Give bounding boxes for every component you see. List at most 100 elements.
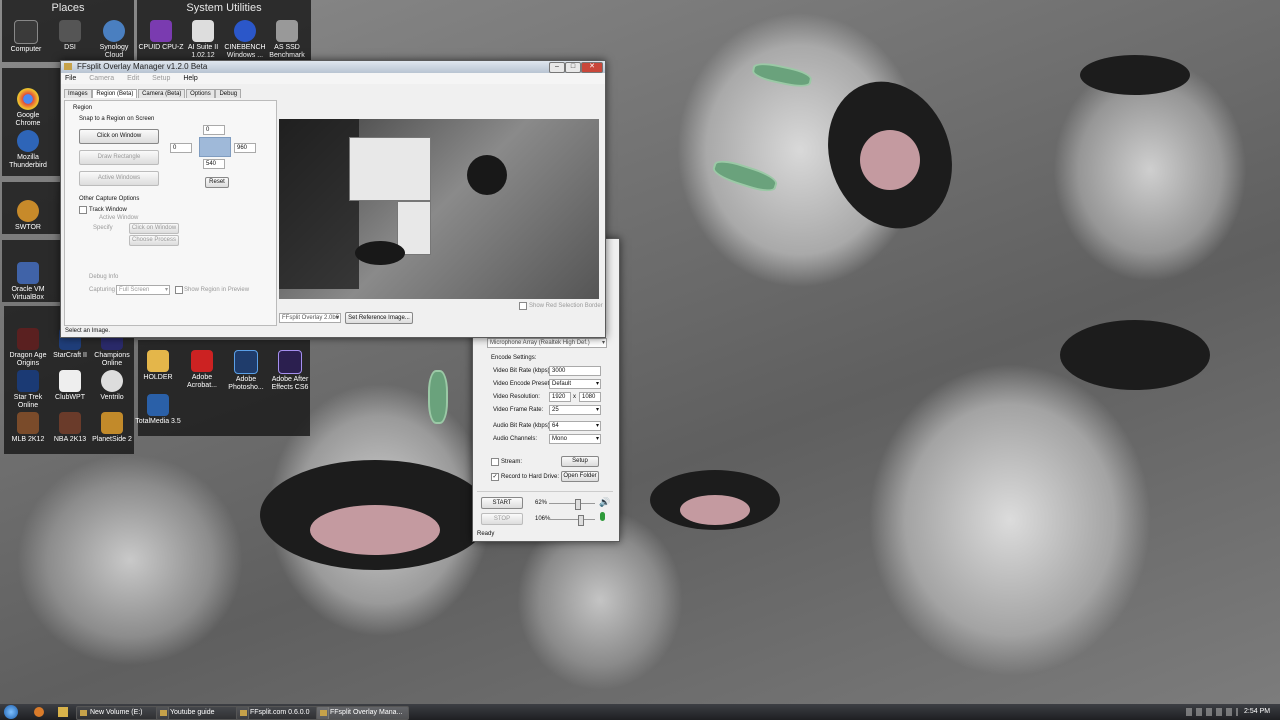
specify-radio[interactable]: Specify	[93, 225, 113, 231]
preview-image	[279, 119, 599, 299]
framerate-label: Video Frame Rate:	[493, 407, 544, 413]
quicklaunch-explorer-icon[interactable]	[58, 707, 68, 717]
resolution-height-input[interactable]: 1080	[579, 392, 601, 402]
dsi-icon[interactable]: DSI	[46, 20, 94, 52]
menu-bar: File Camera Edit Setup Help	[61, 73, 605, 84]
window-title: FFsplit Overlay Manager v1.2.0 Beta	[77, 62, 208, 71]
tab-camera[interactable]: Camera (Beta)	[138, 89, 186, 98]
preview-mouth-2	[355, 241, 405, 265]
mic-volume-slider[interactable]	[549, 515, 595, 526]
framerate-select[interactable]: 25	[549, 405, 601, 415]
microphone-icon[interactable]	[600, 512, 605, 521]
menu-file[interactable]: File	[65, 75, 76, 82]
speaker-icon[interactable]: 🔊	[599, 497, 610, 508]
set-reference-image-button[interactable]: Set Reference Image...	[345, 312, 413, 324]
tab-strip: Images Region (Beta) Camera (Beta) Optio…	[64, 89, 242, 98]
region-width-input[interactable]: 960	[234, 143, 256, 153]
tab-region[interactable]: Region (Beta)	[92, 89, 138, 98]
quicklaunch-ie-icon[interactable]	[34, 707, 44, 717]
resolution-x-label: x	[573, 394, 576, 400]
start-orb-icon[interactable]	[4, 705, 18, 719]
after-effects-icon[interactable]: Adobe After Effects CS6	[266, 350, 314, 392]
start-button[interactable]: START	[481, 497, 523, 509]
close-button[interactable]: ✕	[581, 62, 603, 73]
capturing-select[interactable]: Full Screen	[116, 285, 170, 295]
menu-camera[interactable]: Camera	[89, 75, 114, 82]
region-top-input[interactable]: 0	[203, 125, 225, 135]
synology-cloud-icon[interactable]: Synology Cloud	[90, 20, 138, 60]
overlay-select[interactable]: FFsplit Overlay 2.0b0	[279, 313, 341, 323]
audio-device-select[interactable]: Microphone Array (Realtek High Def.)	[487, 338, 607, 348]
overlay-status: Select an Image.	[65, 328, 111, 334]
tab-debug[interactable]: Debug	[215, 89, 242, 98]
preview-mouth	[467, 155, 507, 195]
ventrilo-icon[interactable]: Ventrilo	[88, 370, 136, 402]
planetside-icon[interactable]: PlanetSide 2	[88, 412, 136, 444]
record-checkbox[interactable]: ✓	[491, 473, 499, 481]
show-red-border-checkbox[interactable]	[519, 302, 527, 310]
thunderbird-icon[interactable]: Mozilla Thunderbird	[4, 130, 52, 170]
video-bitrate-label: Video Bit Rate (kbps):	[493, 368, 552, 374]
ai-suite-icon[interactable]: AI Suite II 1.02.12	[179, 20, 227, 60]
snap-label: Snap to a Region on Screen	[79, 116, 155, 122]
holder-folder-icon[interactable]: HOLDER	[134, 350, 182, 382]
dragon-age-icon[interactable]: Dragon Age Origins	[4, 328, 52, 368]
minimize-button[interactable]: –	[549, 62, 565, 73]
photoshop-icon[interactable]: Adobe Photosho...	[222, 350, 270, 392]
chrome-icon[interactable]: Google Chrome	[4, 88, 52, 128]
open-folder-button[interactable]: Open Folder	[561, 471, 599, 482]
taskbar-item-overlay-manager[interactable]: FFsplit Overlay Mana...	[316, 706, 409, 720]
region-left-input[interactable]: 0	[170, 143, 192, 153]
draw-rectangle-button[interactable]: Draw Rectangle	[79, 150, 159, 165]
video-bitrate-input[interactable]: 3000	[549, 366, 601, 376]
computer-icon[interactable]: Computer	[2, 20, 50, 54]
swtor-icon[interactable]: SWTOR	[4, 200, 52, 232]
stream-checkbox[interactable]	[491, 458, 499, 466]
show-region-checkbox[interactable]	[175, 286, 183, 294]
system-utilities-panel: System Utilities CPUID CPU-Z AI Suite II…	[137, 0, 311, 62]
as-ssd-icon[interactable]: AS SSD Benchmark	[263, 20, 311, 60]
nba-icon[interactable]: NBA 2K13	[46, 412, 94, 444]
acrobat-icon[interactable]: Adobe Acrobat...	[178, 350, 226, 390]
tab-images[interactable]: Images	[64, 89, 92, 98]
active-window-radio[interactable]: Active Window	[99, 215, 138, 221]
choose-process-button[interactable]: Choose Process	[129, 235, 179, 246]
debug-info-label: Debug Info	[89, 274, 119, 280]
speaker-volume-thumb[interactable]	[575, 499, 581, 510]
encode-preset-label: Video Encode Preset:	[493, 381, 551, 387]
totalmedia-icon[interactable]: TotalMedia 3.5	[134, 394, 182, 426]
click-on-window-button[interactable]: Click on Window	[79, 129, 159, 144]
menu-edit[interactable]: Edit	[127, 75, 139, 82]
menu-help[interactable]: Help	[183, 75, 197, 82]
region-preview-box	[199, 137, 231, 157]
stop-button[interactable]: STOP	[481, 513, 523, 525]
speaker-volume-slider[interactable]	[549, 499, 595, 510]
stream-label: Stream:	[501, 459, 523, 465]
reset-button[interactable]: Reset	[205, 177, 229, 188]
audio-bitrate-select[interactable]: 64	[549, 421, 601, 431]
overlay-titlebar[interactable]: FFsplit Overlay Manager v1.2.0 Beta – □ …	[61, 61, 605, 73]
audio-channels-select[interactable]: Mono	[549, 434, 601, 444]
region-height-input[interactable]: 540	[203, 159, 225, 169]
menu-setup[interactable]: Setup	[152, 75, 170, 82]
cpuz-icon[interactable]: CPUID CPU-Z	[137, 20, 185, 52]
clock[interactable]: 2:54 PM	[1244, 706, 1270, 718]
tab-options[interactable]: Options	[186, 89, 215, 98]
cinebench-icon[interactable]: CINEBENCH Windows ...	[221, 20, 269, 60]
star-trek-icon[interactable]: Star Trek Online	[4, 370, 52, 410]
maximize-button[interactable]: □	[565, 62, 581, 73]
click-on-window-2-button[interactable]: Click on Window	[129, 223, 179, 234]
mic-volume-thumb[interactable]	[578, 515, 584, 526]
virtualbox-icon[interactable]: Oracle VM VirtualBox	[4, 262, 52, 302]
active-windows-button[interactable]: Active Windows	[79, 171, 159, 186]
encode-preset-select[interactable]: Default	[549, 379, 601, 389]
tray-icons[interactable]	[1186, 708, 1238, 716]
clubwpt-icon[interactable]: ClubWPT	[46, 370, 94, 402]
capturing-label: Capturing	[89, 287, 116, 293]
resolution-width-input[interactable]: 1920	[549, 392, 571, 402]
speaker-volume-label: 62%	[535, 500, 548, 506]
swtor-panel: SWTOR	[2, 182, 60, 234]
mlb-icon[interactable]: MLB 2K12	[4, 412, 52, 444]
track-window-checkbox[interactable]	[79, 206, 87, 214]
setup-button[interactable]: Setup	[561, 456, 599, 467]
